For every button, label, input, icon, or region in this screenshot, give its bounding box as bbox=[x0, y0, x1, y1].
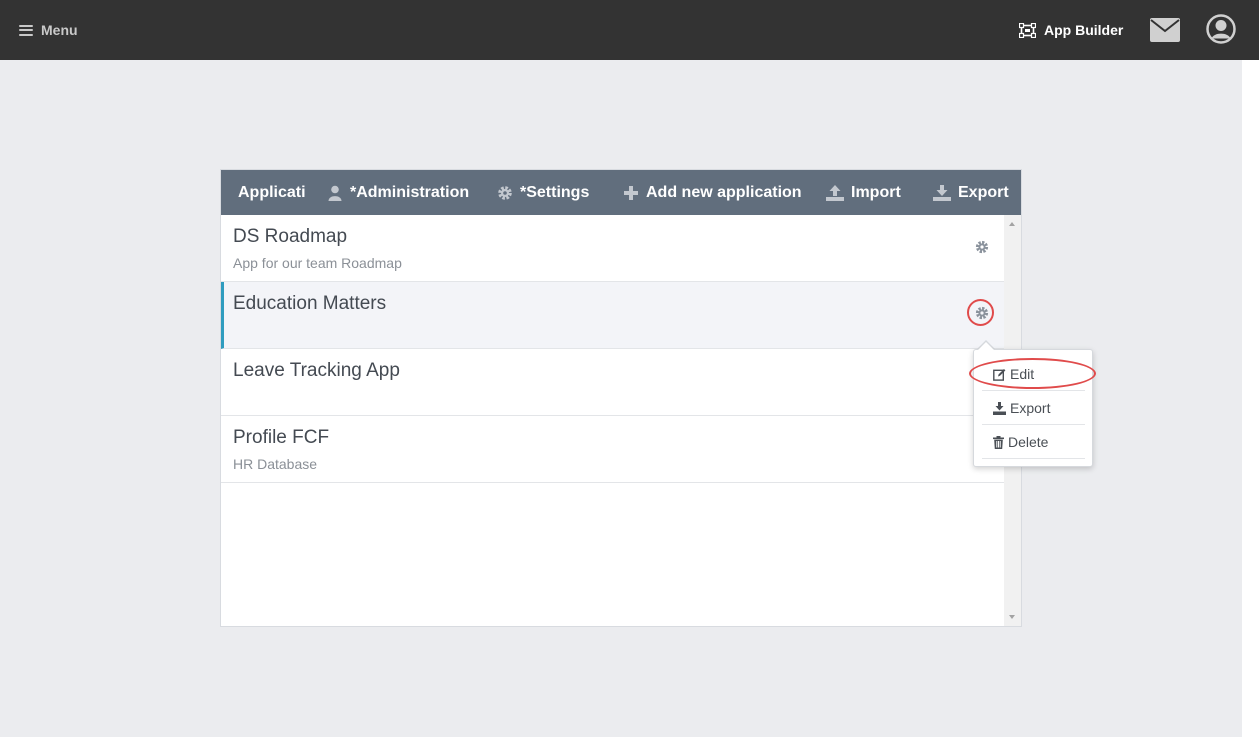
import-label: Import bbox=[851, 183, 901, 201]
annotation-highlight-circle bbox=[967, 299, 994, 326]
user-circle-icon[interactable] bbox=[1206, 14, 1236, 44]
application-description: App for our team Roadmap bbox=[233, 255, 402, 271]
application-description: HR Database bbox=[233, 456, 318, 472]
dropdown-item-export[interactable]: Export bbox=[982, 392, 1085, 425]
application-item-ds-roadmap[interactable]: DS Roadmap App for our team Roadmap bbox=[221, 215, 1004, 282]
application-list: DS Roadmap App for our team Roadmap Educ… bbox=[221, 215, 1004, 483]
app-builder-button[interactable]: App Builder bbox=[1019, 19, 1123, 41]
envelope-icon[interactable] bbox=[1150, 18, 1180, 42]
top-navigation-bar: Menu App Builder bbox=[0, 0, 1259, 60]
applications-panel: Applications *Administration *Settings A… bbox=[220, 169, 1022, 627]
menu-label: Menu bbox=[41, 22, 78, 38]
hamburger-icon bbox=[19, 24, 33, 36]
download-icon bbox=[933, 184, 951, 201]
app-builder-icon bbox=[1019, 22, 1036, 38]
gear-icon bbox=[498, 185, 512, 200]
settings-label: *Settings bbox=[520, 183, 590, 201]
dropdown-pointer-fill bbox=[978, 342, 994, 350]
application-item-profile-fcf[interactable]: Profile FCF HR Database bbox=[221, 416, 1004, 483]
page-scroll-gutter bbox=[1242, 60, 1259, 737]
panel-header: Applications *Administration *Settings A… bbox=[221, 170, 1021, 215]
delete-label: Delete bbox=[1008, 434, 1049, 450]
administration-button[interactable]: *Administration bbox=[327, 170, 469, 215]
application-name: DS Roadmap bbox=[233, 226, 348, 247]
administration-label: *Administration bbox=[350, 183, 470, 201]
settings-button[interactable]: *Settings bbox=[497, 170, 589, 215]
scroll-down-arrow-icon[interactable] bbox=[1009, 615, 1015, 619]
export-label: Export bbox=[1010, 400, 1051, 416]
application-item-education-matters[interactable]: Education Matters bbox=[221, 282, 1004, 349]
export-button[interactable]: Export bbox=[933, 170, 1009, 215]
user-icon bbox=[328, 185, 342, 201]
application-name: Education Matters bbox=[233, 293, 387, 314]
gear-icon[interactable] bbox=[974, 239, 990, 255]
trash-icon bbox=[993, 435, 1004, 449]
app-builder-label: App Builder bbox=[1044, 22, 1124, 38]
application-name: Leave Tracking App bbox=[233, 360, 400, 381]
dropdown-item-delete[interactable]: Delete bbox=[982, 426, 1085, 459]
add-new-application-button[interactable]: Add new application bbox=[623, 170, 802, 215]
download-icon bbox=[993, 401, 1006, 415]
annotation-highlight-oval bbox=[969, 358, 1096, 389]
export-label: Export bbox=[958, 183, 1009, 201]
import-button[interactable]: Import bbox=[826, 170, 901, 215]
plus-icon bbox=[624, 185, 638, 200]
application-item-leave-tracking-app[interactable]: Leave Tracking App bbox=[221, 349, 1004, 416]
upload-icon bbox=[826, 184, 844, 201]
menu-button[interactable]: Menu bbox=[19, 19, 78, 41]
panel-title: Applications bbox=[238, 183, 306, 201]
scroll-up-arrow-icon[interactable] bbox=[1009, 222, 1015, 226]
add-new-application-label: Add new application bbox=[646, 183, 802, 201]
application-name: Profile FCF bbox=[233, 427, 330, 448]
